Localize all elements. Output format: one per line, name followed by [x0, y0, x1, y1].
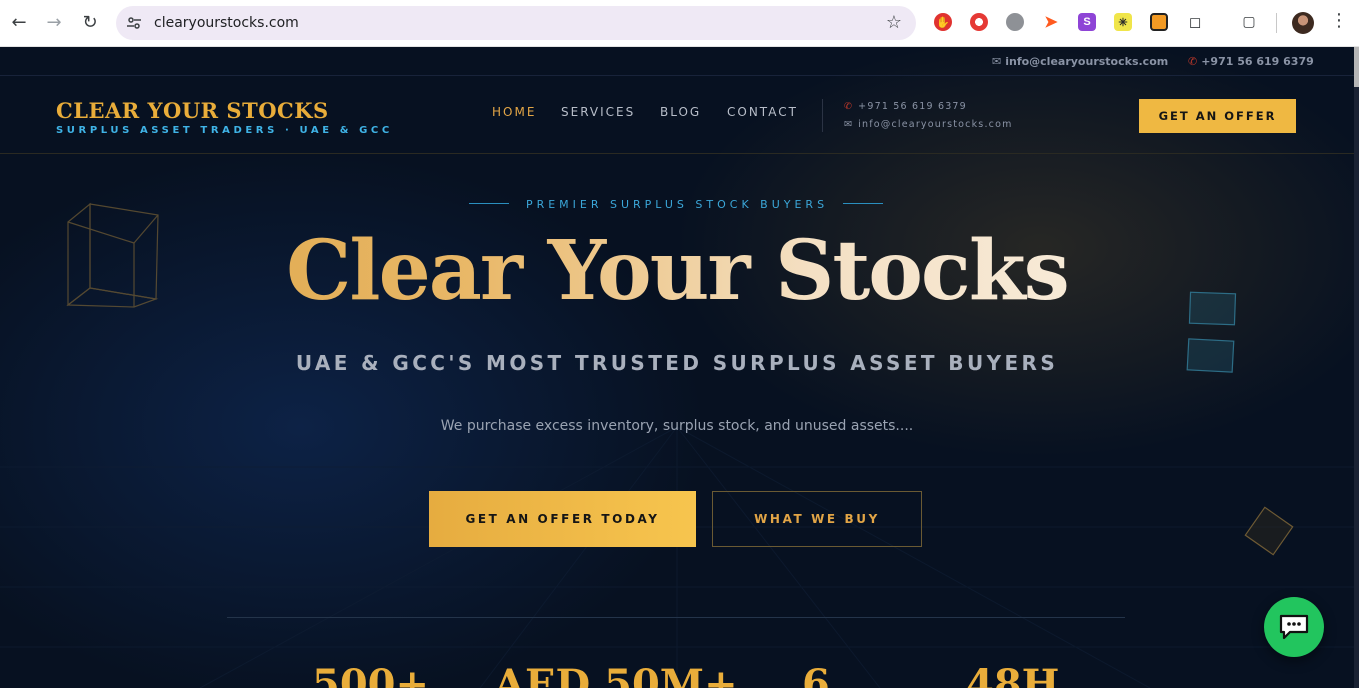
bird-extension-icon[interactable]: ➤: [1042, 13, 1060, 31]
s-extension-icon[interactable]: S: [1078, 13, 1096, 31]
adblock-extension-icon[interactable]: ✋: [934, 13, 952, 31]
top-contact-bar: ✉ info@clearyourstocks.com ✆ +971 56 619 6…: [0, 47, 1354, 76]
diamond-decoration: [1244, 506, 1294, 556]
site-info-icon[interactable]: [126, 15, 142, 31]
header-divider: [822, 99, 823, 132]
topbar-email-text[interactable]: info@clearyourstocks.com: [1005, 55, 1168, 68]
phone-icon: ✆: [1188, 55, 1198, 68]
profile-avatar[interactable]: [1292, 12, 1314, 34]
scrollbar[interactable]: [1354, 47, 1359, 688]
globe-extension-icon[interactable]: [1006, 13, 1024, 31]
pokeball-extension-icon[interactable]: [970, 13, 988, 31]
header-phone-text[interactable]: +971 56 619 6379: [858, 101, 967, 112]
forward-arrow-icon[interactable]: →: [43, 12, 65, 34]
get-offer-today-button[interactable]: GET AN OFFER TODAY: [429, 491, 696, 547]
menu-dots-icon[interactable]: ⋮: [1330, 10, 1348, 31]
toolbar-divider: [1276, 13, 1277, 33]
nav-home[interactable]: HOME: [492, 105, 536, 119]
nav-contact[interactable]: CONTACT: [727, 105, 798, 119]
logo-title[interactable]: CLEAR YOUR STOCKS: [56, 98, 329, 123]
phone-icon: ✆: [844, 101, 854, 112]
topbar-phone[interactable]: ✆ +971 56 619 6379: [1188, 55, 1314, 68]
what-we-buy-button[interactable]: WHAT WE BUY: [712, 491, 922, 547]
url-text[interactable]: clearyourstocks.com: [154, 15, 299, 31]
hero-description: We purchase excess inventory, surplus st…: [440, 418, 914, 434]
chat-widget-button[interactable]: [1264, 597, 1324, 657]
hero-eyebrow: PREMIER SURPLUS STOCK BUYERS: [525, 198, 829, 211]
stat-value: AED 50M+: [494, 661, 738, 688]
stats-divider: [227, 617, 1125, 618]
header-email[interactable]: ✉ info@clearyourstocks.com: [844, 119, 1013, 130]
reload-icon[interactable]: ↻: [79, 12, 101, 34]
tab-search-icon[interactable]: ▢: [1240, 13, 1258, 31]
back-arrow-icon[interactable]: ←: [8, 12, 30, 34]
header-phone[interactable]: ✆ +971 56 619 6379: [844, 101, 967, 112]
mail-icon: ✉: [992, 55, 1002, 68]
puzzle-icon[interactable]: ◻: [1186, 13, 1204, 31]
topbar-phone-text[interactable]: +971 56 619 6379: [1201, 55, 1314, 68]
address-bar[interactable]: clearyourstocks.com ☆: [116, 6, 916, 40]
topbar-email[interactable]: ✉ info@clearyourstocks.com: [992, 55, 1168, 68]
bookmark-star-icon[interactable]: ☆: [886, 12, 902, 33]
nav-blog[interactable]: BLOG: [660, 105, 701, 119]
hero-title: Clear Your Stocks: [0, 223, 1354, 319]
header-email-text[interactable]: info@clearyourstocks.com: [858, 119, 1012, 130]
hero-subtitle: UAE & GCC'S MOST TRUSTED SURPLUS ASSET B…: [295, 351, 1059, 375]
stat-value: 48H: [966, 661, 1060, 688]
logo-subtitle: SURPLUS ASSET TRADERS · UAE & GCC: [56, 125, 393, 136]
stat-value: 500+: [312, 661, 430, 688]
chat-icon: [1279, 614, 1309, 640]
scrollbar-thumb[interactable]: [1354, 47, 1359, 87]
web-page: ✉ info@clearyourstocks.com ✆ +971 56 619 6…: [0, 47, 1359, 688]
orange-square-extension-icon[interactable]: [1150, 13, 1168, 31]
mail-icon: ✉: [844, 119, 854, 130]
nav-services[interactable]: SERVICES: [561, 105, 635, 119]
sparkle-extension-icon[interactable]: ✳: [1114, 13, 1132, 31]
stat-value: 6: [802, 661, 830, 688]
site-header: CLEAR YOUR STOCKS SURPLUS ASSET TRADERS …: [0, 76, 1354, 154]
browser-toolbar: ← → ↻ clearyourstocks.com ☆ ✋ ➤ S ✳ ◻ ▢ …: [0, 0, 1359, 47]
get-an-offer-button[interactable]: GET AN OFFER: [1139, 99, 1296, 133]
